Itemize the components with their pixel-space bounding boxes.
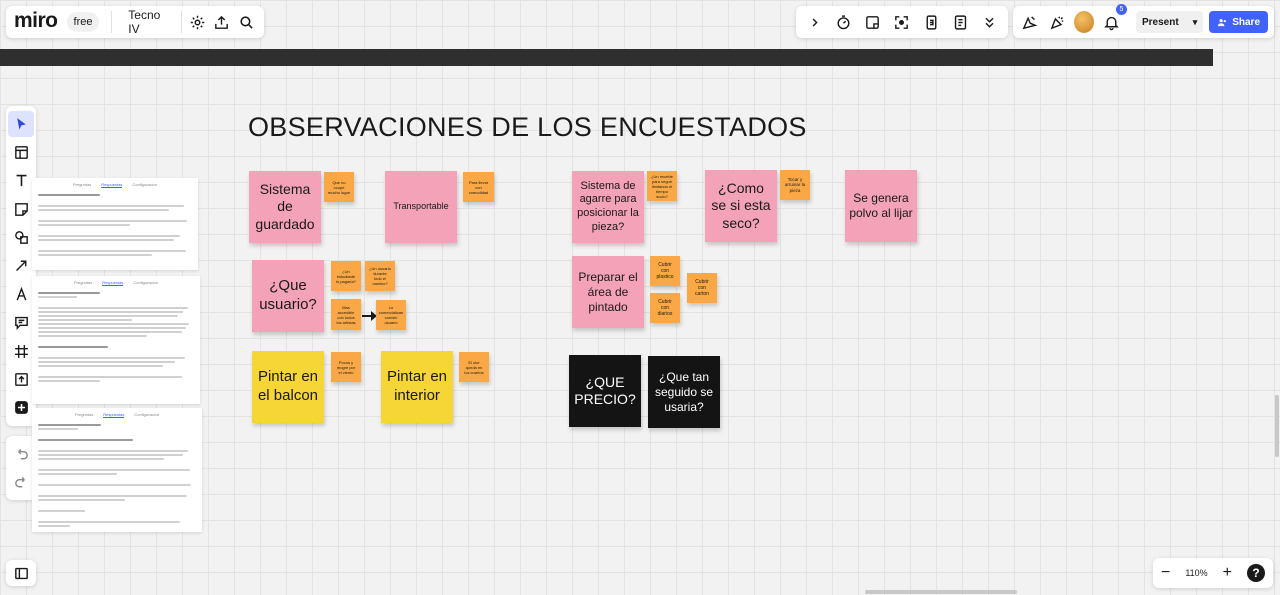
doc-tab[interactable]: Configuracion	[134, 412, 159, 418]
notification-count-badge: 5	[1116, 4, 1127, 15]
sticky-note[interactable]: ¿Que usuario?	[252, 260, 324, 332]
voting-icon[interactable]	[919, 10, 943, 34]
board-dark-banner	[0, 49, 1213, 66]
select-cursor-icon[interactable]	[8, 111, 34, 138]
sticky-note[interactable]: Pintar en interior	[381, 351, 453, 423]
doc-tab-active[interactable]: Respuestas	[101, 182, 123, 188]
undo-icon[interactable]	[9, 442, 33, 466]
help-button[interactable]: ?	[1247, 564, 1265, 582]
doc-tab-active[interactable]: Respuestas	[103, 412, 125, 418]
board-name[interactable]: Tecno IV	[128, 8, 165, 36]
zoom-level[interactable]: 110%	[1185, 568, 1207, 578]
doc-tab[interactable]: Configuracion	[132, 182, 157, 188]
frame-icon[interactable]	[8, 338, 34, 364]
sticky-note[interactable]: Pintar en el balcon	[252, 351, 324, 423]
zoom-out-button[interactable]: −	[1161, 564, 1170, 582]
board-panel-toggle[interactable]	[6, 560, 36, 586]
doc-tab-active[interactable]: Respuestas	[102, 280, 124, 286]
doc-tab[interactable]: Configuracion	[133, 280, 158, 286]
embedded-form-document[interactable]: Preguntas Respuestas Configuracion	[32, 408, 202, 532]
chevron-right-icon[interactable]	[802, 10, 826, 34]
zoom-in-button[interactable]: +	[1223, 564, 1232, 582]
sticky-note[interactable]: Mas accesible con todos los artistas	[331, 299, 361, 330]
board-heading[interactable]: OBSERVACIONES DE LOS ENCUESTADOS	[248, 112, 807, 143]
sticky-note[interactable]: Para llevar con comodidad	[463, 172, 494, 202]
divider	[111, 11, 113, 33]
export-upload-icon[interactable]	[212, 10, 231, 34]
sticky-note[interactable]: ¿QUE PRECIO?	[569, 355, 641, 427]
sticky-note[interactable]: Cubrir con plastico	[650, 256, 680, 286]
doc-tab[interactable]: Preguntas	[75, 412, 93, 418]
notes-icon[interactable]	[861, 10, 885, 34]
redo-icon[interactable]	[9, 470, 33, 494]
doc-tabs: Preguntas Respuestas Configuracion	[38, 412, 196, 418]
connection-arrow-icon[interactable]	[8, 253, 34, 279]
doc-tab[interactable]: Preguntas	[73, 182, 91, 188]
doc-tabs: Preguntas Respuestas Configuracion	[38, 182, 192, 188]
sticky-note[interactable]: Cubrir con carton	[687, 273, 717, 303]
present-button[interactable]: Present ▾	[1136, 11, 1204, 33]
vertical-scrollbar[interactable]	[1275, 395, 1279, 457]
sticky-note[interactable]: Preparar el área de pintado	[572, 256, 644, 328]
sticky-note[interactable]: Sistema de agarre para posicionar la pie…	[572, 171, 644, 243]
sticky-note[interactable]: Tocar y arruinar la pieza	[780, 170, 810, 200]
settings-gear-icon[interactable]	[188, 10, 207, 34]
document-icon[interactable]	[949, 10, 973, 34]
sticky-note[interactable]: El olor queda en los cuartos	[459, 352, 489, 382]
focus-frame-icon[interactable]	[890, 10, 914, 34]
collaboration-toolbar	[796, 6, 1008, 38]
embedded-form-document[interactable]: Preguntas Respuestas Configuracion	[32, 178, 198, 270]
upload-icon[interactable]	[8, 366, 34, 392]
notifications-bell-icon[interactable]: 5	[1100, 4, 1127, 34]
doc-tabs: Preguntas Respuestas Configuracion	[38, 280, 194, 286]
zoom-controls: − 110% + ?	[1153, 558, 1273, 588]
sticky-note[interactable]: Cubrir con diarios	[650, 293, 680, 323]
doc-tab[interactable]: Preguntas	[74, 280, 92, 286]
share-button[interactable]: Share	[1209, 11, 1269, 33]
sticky-note[interactable]: Pocos y mugre por el viento	[331, 352, 361, 382]
board-header: miro free Tecno IV	[6, 6, 264, 38]
sticky-note[interactable]: Se genera polvo al lijar	[845, 170, 917, 242]
shapes-icon[interactable]	[8, 225, 34, 251]
chevron-down-icon[interactable]: ▾	[1193, 17, 1198, 28]
sticky-note[interactable]: Lo comercializan con/sin usuario	[376, 300, 406, 330]
more-chevrons-icon[interactable]	[978, 10, 1002, 34]
present-label: Present	[1142, 16, 1179, 28]
share-label: Share	[1232, 16, 1261, 28]
more-apps-plus-icon[interactable]	[8, 395, 34, 421]
sticky-note[interactable]: ¿Como se si esta seco?	[705, 170, 777, 242]
templates-icon[interactable]	[8, 140, 34, 166]
divider	[180, 11, 182, 33]
share-users-icon	[1218, 18, 1227, 26]
plan-badge[interactable]: free	[66, 12, 100, 32]
sticky-note-icon[interactable]	[8, 196, 34, 222]
sidebar-panel-icon[interactable]	[9, 561, 33, 585]
sticky-note[interactable]: Transportable	[385, 171, 457, 243]
sticky-note[interactable]: ¿Un usuario durante todo el camino?	[365, 261, 395, 291]
share-toolbar: 5 Present ▾ Share	[1013, 4, 1274, 38]
timer-icon[interactable]	[831, 10, 855, 34]
text-tool-icon[interactable]	[8, 168, 34, 194]
sticky-note[interactable]: Sistema de guardado	[249, 171, 321, 243]
sticky-note[interactable]: ¿Un mueble para seguir limitando el tiem…	[647, 171, 677, 201]
sticky-note[interactable]: ¿Que tan seguido se usaria?	[648, 356, 720, 428]
embedded-form-document[interactable]: Preguntas Respuestas Configuracion	[32, 276, 200, 404]
search-icon[interactable]	[237, 10, 256, 34]
pen-icon[interactable]	[8, 281, 34, 307]
reactions-party-icon[interactable]	[1047, 10, 1069, 34]
miro-logo[interactable]: miro	[14, 9, 58, 33]
cursor-flag-icon[interactable]	[1019, 10, 1041, 34]
sticky-note[interactable]: Que no ocupe mucho lugar	[324, 172, 354, 202]
user-avatar[interactable]	[1074, 11, 1095, 33]
horizontal-scrollbar[interactable]	[865, 590, 1017, 594]
sticky-note[interactable]: ¿Un estudiante lo pagaria?	[331, 261, 361, 291]
comment-icon[interactable]	[8, 310, 34, 336]
